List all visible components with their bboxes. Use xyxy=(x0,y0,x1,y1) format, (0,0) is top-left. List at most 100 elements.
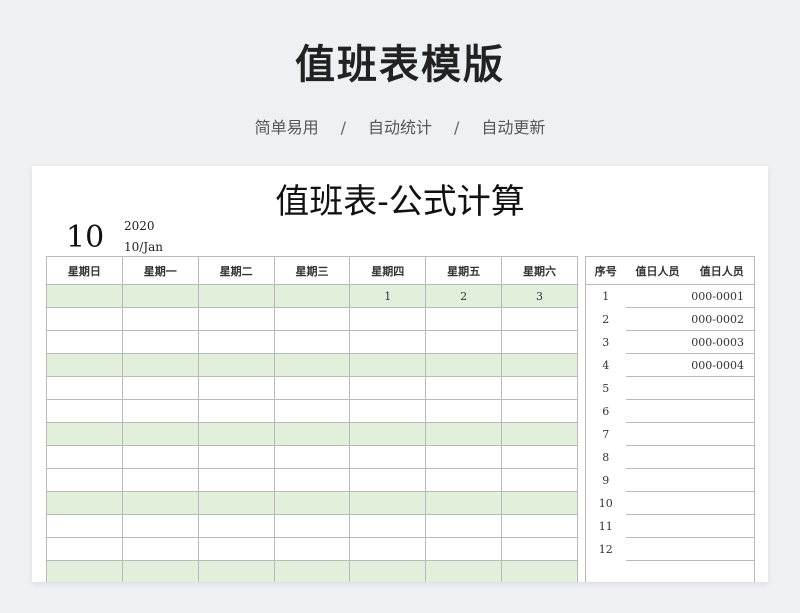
calendar-cell[interactable] xyxy=(501,514,578,538)
calendar-cell[interactable]: 3 xyxy=(501,284,578,308)
duty-person-cell[interactable] xyxy=(625,307,690,331)
calendar-cell[interactable] xyxy=(197,422,275,446)
calendar-cell[interactable] xyxy=(501,353,578,377)
duty-person-cell[interactable] xyxy=(625,560,690,582)
calendar-cell[interactable] xyxy=(349,330,427,354)
calendar-cell[interactable] xyxy=(273,284,351,308)
calendar-cell[interactable] xyxy=(349,560,427,582)
calendar-cell[interactable] xyxy=(197,353,275,377)
calendar-cell[interactable] xyxy=(121,491,199,515)
calendar-cell[interactable] xyxy=(197,537,275,561)
calendar-cell[interactable] xyxy=(121,422,199,446)
duty-person-cell[interactable] xyxy=(625,422,690,446)
calendar-cell[interactable] xyxy=(425,376,503,400)
duty-person-cell[interactable] xyxy=(689,560,755,582)
calendar-cell[interactable] xyxy=(121,399,199,423)
calendar-cell[interactable] xyxy=(349,399,427,423)
calendar-cell[interactable] xyxy=(46,353,123,377)
duty-person-cell[interactable]: 000-0004 xyxy=(689,353,755,377)
duty-person-cell[interactable]: 000-0001 xyxy=(689,284,755,308)
calendar-cell[interactable] xyxy=(349,376,427,400)
calendar-cell[interactable] xyxy=(425,399,503,423)
calendar-cell[interactable] xyxy=(349,468,427,492)
calendar-cell[interactable] xyxy=(121,445,199,469)
duty-person-cell[interactable] xyxy=(625,468,690,492)
duty-person-cell[interactable] xyxy=(625,353,690,377)
calendar-cell[interactable] xyxy=(121,514,199,538)
duty-person-cell[interactable] xyxy=(689,445,755,469)
duty-person-cell[interactable] xyxy=(689,468,755,492)
calendar-cell[interactable] xyxy=(197,399,275,423)
calendar-cell[interactable] xyxy=(501,445,578,469)
calendar-cell[interactable] xyxy=(349,445,427,469)
calendar-cell[interactable] xyxy=(46,514,123,538)
calendar-cell[interactable] xyxy=(501,376,578,400)
duty-person-cell[interactable] xyxy=(625,445,690,469)
calendar-cell[interactable] xyxy=(349,491,427,515)
calendar-cell[interactable] xyxy=(273,468,351,492)
calendar-cell[interactable] xyxy=(425,537,503,561)
calendar-cell[interactable] xyxy=(46,399,123,423)
calendar-cell[interactable] xyxy=(46,491,123,515)
calendar-cell[interactable] xyxy=(197,468,275,492)
calendar-cell[interactable] xyxy=(273,560,351,582)
calendar-cell[interactable] xyxy=(121,376,199,400)
calendar-cell[interactable] xyxy=(425,468,503,492)
calendar-cell[interactable] xyxy=(46,422,123,446)
duty-person-cell[interactable] xyxy=(689,399,755,423)
duty-person-cell[interactable] xyxy=(625,514,690,538)
calendar-cell[interactable]: 1 xyxy=(349,284,427,308)
calendar-cell[interactable] xyxy=(273,330,351,354)
calendar-cell[interactable] xyxy=(121,330,199,354)
calendar-cell[interactable] xyxy=(501,330,578,354)
calendar-cell[interactable] xyxy=(273,422,351,446)
calendar-cell[interactable] xyxy=(273,537,351,561)
calendar-cell[interactable] xyxy=(425,491,503,515)
calendar-cell[interactable] xyxy=(273,307,351,331)
calendar-cell[interactable] xyxy=(501,560,578,582)
calendar-cell[interactable] xyxy=(349,307,427,331)
calendar-cell[interactable] xyxy=(46,376,123,400)
calendar-cell[interactable] xyxy=(501,468,578,492)
calendar-cell[interactable] xyxy=(197,560,275,582)
calendar-cell[interactable] xyxy=(349,422,427,446)
duty-person-cell[interactable]: 000-0002 xyxy=(689,307,755,331)
calendar-cell[interactable] xyxy=(273,514,351,538)
calendar-cell[interactable] xyxy=(425,353,503,377)
calendar-cell[interactable] xyxy=(425,422,503,446)
calendar-cell[interactable] xyxy=(121,560,199,582)
duty-person-cell[interactable] xyxy=(689,376,755,400)
calendar-cell[interactable] xyxy=(46,307,123,331)
calendar-cell[interactable] xyxy=(121,353,199,377)
calendar-cell[interactable] xyxy=(273,445,351,469)
calendar-cell[interactable] xyxy=(121,468,199,492)
calendar-cell[interactable] xyxy=(197,307,275,331)
calendar-cell[interactable] xyxy=(501,537,578,561)
calendar-cell[interactable] xyxy=(46,284,123,308)
calendar-cell[interactable] xyxy=(46,330,123,354)
duty-person-cell[interactable] xyxy=(689,537,755,561)
calendar-cell[interactable] xyxy=(425,445,503,469)
calendar-cell[interactable]: 2 xyxy=(425,284,503,308)
calendar-cell[interactable] xyxy=(197,330,275,354)
duty-person-cell[interactable] xyxy=(625,376,690,400)
calendar-cell[interactable] xyxy=(197,445,275,469)
calendar-cell[interactable] xyxy=(121,284,199,308)
calendar-cell[interactable] xyxy=(501,422,578,446)
duty-person-cell[interactable] xyxy=(625,399,690,423)
calendar-cell[interactable] xyxy=(197,284,275,308)
duty-person-cell[interactable] xyxy=(689,491,755,515)
calendar-cell[interactable] xyxy=(349,514,427,538)
calendar-cell[interactable] xyxy=(425,514,503,538)
calendar-cell[interactable] xyxy=(273,376,351,400)
calendar-cell[interactable] xyxy=(273,399,351,423)
calendar-cell[interactable] xyxy=(46,445,123,469)
calendar-cell[interactable] xyxy=(425,330,503,354)
calendar-cell[interactable] xyxy=(501,307,578,331)
calendar-cell[interactable] xyxy=(425,307,503,331)
duty-person-cell[interactable]: 000-0003 xyxy=(689,330,755,354)
duty-person-cell[interactable] xyxy=(625,537,690,561)
calendar-cell[interactable] xyxy=(501,491,578,515)
calendar-cell[interactable] xyxy=(349,353,427,377)
calendar-cell[interactable] xyxy=(501,399,578,423)
